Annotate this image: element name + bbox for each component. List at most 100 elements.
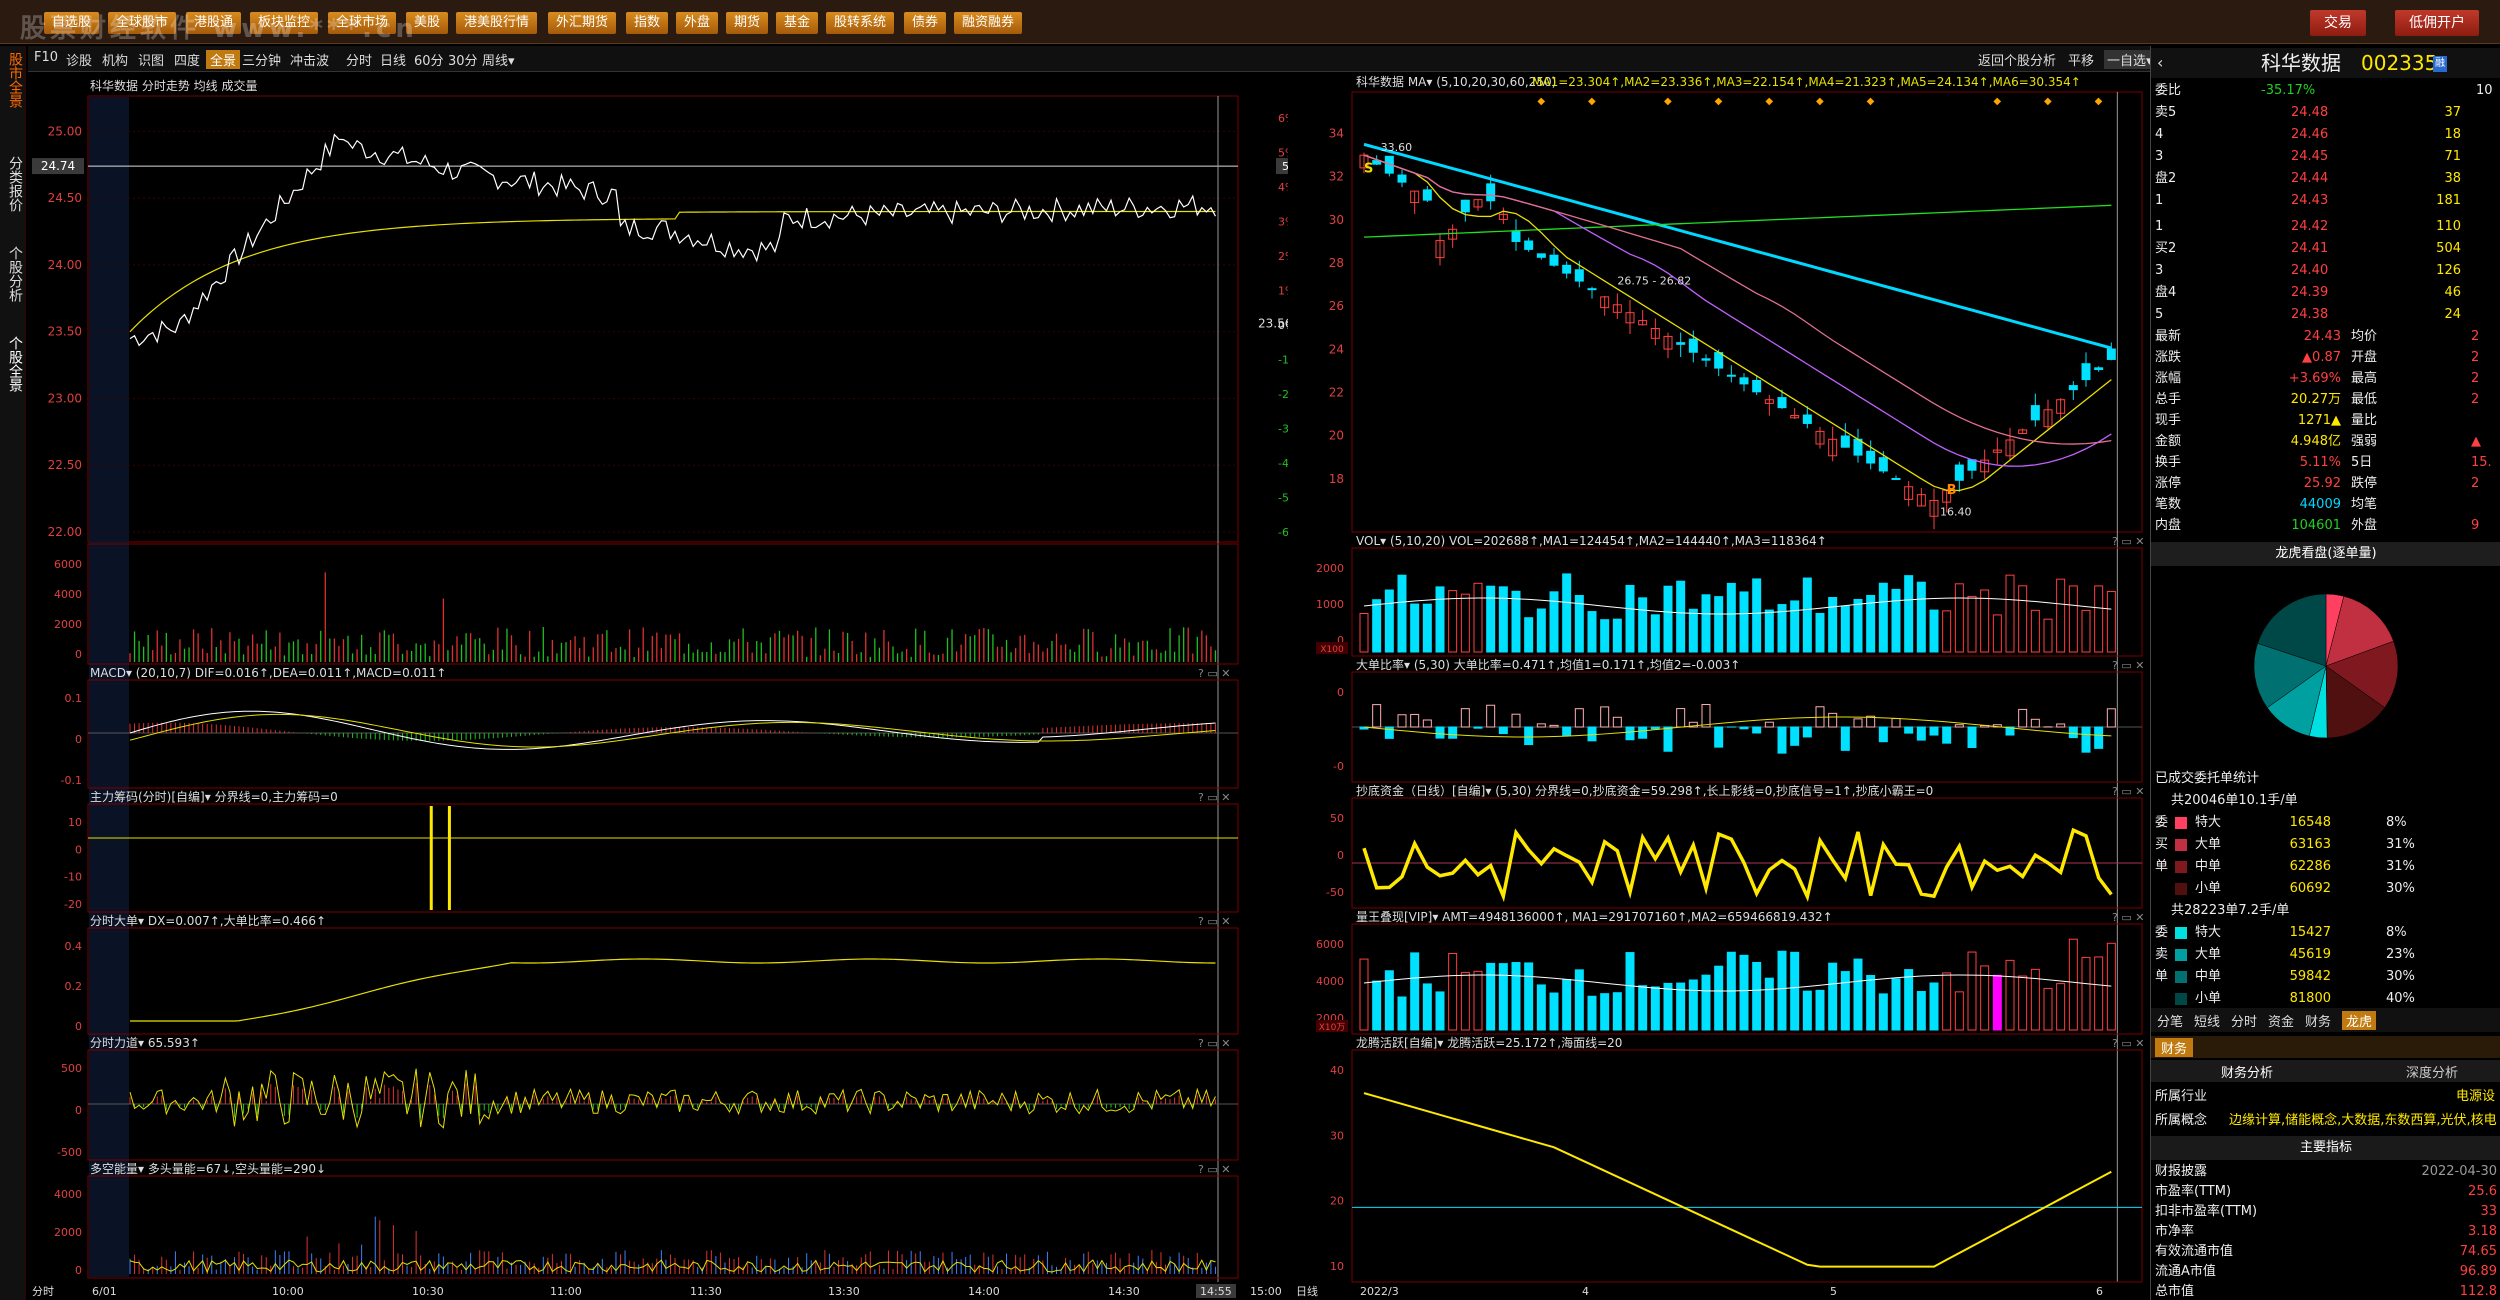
side-tab-1[interactable]: 短线 [2194,1011,2220,1030]
ask-row[interactable]: 1 24.43 181 [2151,190,2500,212]
mid-bar [2043,618,2053,653]
candle-body [1777,397,1787,409]
mid-bar [1853,598,1863,653]
back-chevron-icon[interactable]: ‹ [2157,52,2163,74]
cd-mid-window-icons[interactable]: ? ▭ ✕ [2112,785,2144,798]
toolbar-diagnose[interactable]: 诊股 [66,50,92,69]
mid-bar [1866,594,1876,653]
lt-mid-window-icons[interactable]: ? ▭ ✕ [2112,1037,2144,1050]
fin-row: 有效流通市值 74.65 [2155,1244,2497,1259]
candle-body [1524,240,1534,250]
ld-window-icons[interactable]: ? ▭ ✕ [1198,1037,1230,1050]
event-marker-icon[interactable]: ◆ [1715,96,1723,107]
order-stat-row: 小单 60692 30% [2151,878,2500,900]
bid-row[interactable]: 3 24.40 126 [2151,260,2500,282]
toolbar-pattern[interactable]: 识图 [138,50,164,69]
toolbar-60min[interactable]: 60分 [414,50,444,69]
ask-row[interactable]: 4 24.46 18 [2151,124,2500,146]
top-button-13[interactable]: 债券 [904,12,947,34]
toolbar-three-min[interactable]: 三分钟 [242,50,281,69]
trade-button[interactable]: 交易 [2310,10,2366,36]
toolbar-full-view[interactable]: 全景 [206,50,241,69]
zl-window-icons[interactable]: ? ▭ ✕ [1198,791,1230,804]
cd-mid-tick: 50 [1330,812,1344,825]
dd-mid-window-icons[interactable]: ? ▭ ✕ [2112,659,2144,672]
time-label: 6/01 [92,1285,117,1298]
event-marker-icon[interactable]: ◆ [1816,96,1824,107]
nav-tab-stock-analysis[interactable]: 个股分析 [3,246,23,302]
mid-bar [1562,573,1572,653]
mid-bar [1435,586,1445,653]
ask-row[interactable]: 盘2 24.44 38 [2151,168,2500,190]
top-button-8[interactable]: 指数 [626,12,669,34]
event-marker-icon[interactable]: ◆ [1537,96,1545,107]
bid-row[interactable]: 1 24.42 110 [2151,216,2500,238]
buy-signal-b: B [1947,483,1957,498]
watchlist-select[interactable]: 一自选▾ [2104,50,2156,69]
event-marker-icon[interactable]: ◆ [1867,96,1875,107]
lw-mid-window-icons[interactable]: ? ▭ ✕ [2112,911,2144,924]
toolbar-30min[interactable]: 30分 [448,50,478,69]
mid-bar [2005,574,2015,653]
event-marker-icon[interactable]: ◆ [1993,96,2001,107]
stat-row: 最新 24.43 均价 2 [2155,329,2480,344]
toolbar-four-degree[interactable]: 四度 [174,50,200,69]
candle-body [1574,269,1584,282]
side-tab-3[interactable]: 资金 [2268,1011,2294,1030]
mid-bar [1701,594,1711,653]
top-button-10[interactable]: 期货 [726,12,769,34]
event-marker-icon[interactable]: ◆ [1765,96,1773,107]
mid-bar [1929,609,1939,653]
fin-tab-deep[interactable]: 深度分析 [2406,1062,2458,1081]
top-button-9[interactable]: 外盘 [676,12,719,34]
nav-tab-category-quotes[interactable]: 分类报价 [3,156,23,212]
toolbar-intraday[interactable]: 分时 [346,50,372,69]
dd-window-icons[interactable]: ? ▭ ✕ [1198,915,1230,928]
mid-bar [1536,984,1546,1031]
toolbar-f10[interactable]: F10 [34,50,58,65]
side-tab-4[interactable]: 财务 [2305,1011,2331,1030]
bid-row[interactable]: 5 24.38 24 [2151,304,2500,326]
side-tab-2[interactable]: 分时 [2231,1011,2257,1030]
top-button-11[interactable]: 基金 [776,12,819,34]
event-marker-icon[interactable]: ◆ [2044,96,2052,107]
intraday-panels: 科华数据 分时走势 均线 成交量 25.00 24.50 24.00 23.50 23.0… [32,78,1288,1298]
toolbar-daily[interactable]: 日线 [380,50,406,69]
nav-tab-market-overview[interactable]: 股市全景 [3,52,23,108]
side-tab-5[interactable]: 龙虎 [2342,1011,2377,1030]
mid-bar [1536,608,1546,653]
dd-line [130,958,1216,1022]
bid-row[interactable]: 盘4 24.39 46 [2151,282,2500,304]
vol-mid-window-icons[interactable]: ? ▭ ✕ [2112,535,2144,548]
dk-window-icons[interactable]: ? ▭ ✕ [1198,1163,1230,1176]
toolbar-institution[interactable]: 机构 [102,50,128,69]
top-button-7[interactable]: 外汇期货 [548,12,617,34]
fin-tab-analysis[interactable]: 财务分析 [2221,1062,2273,1081]
side-tab-0[interactable]: 分笔 [2157,1011,2183,1030]
fin-row: 扣非市盈率(TTM) 33 [2155,1204,2497,1219]
event-marker-icon[interactable]: ◆ [1664,96,1672,107]
pct-tick: -2% [1278,388,1288,401]
zl-tick: 0 [75,843,82,856]
caiwu-tab[interactable]: 财务 [2155,1038,2194,1057]
macd-window-icons[interactable]: ? ▭ ✕ [1198,667,1230,680]
event-marker-icon[interactable]: ◆ [2095,96,2103,107]
toolbar-shock-wave[interactable]: 冲击波 [290,50,329,69]
mid-bar [2068,938,2078,1031]
dd-mid-bar [1422,719,1432,728]
bid-row[interactable]: 买2 24.41 504 [2151,238,2500,260]
candle-body [1752,379,1762,393]
top-button-12[interactable]: 股转系统 [826,12,895,34]
ask-row[interactable]: 卖5 24.48 37 [2151,102,2500,124]
back-to-stock-analysis[interactable]: 返回个股分析 [1978,50,2056,69]
price-tick: 22.00 [48,525,82,539]
pan-button[interactable]: 平移 [2068,50,2094,69]
toolbar-weekly[interactable]: 周线▾ [482,50,515,69]
top-button-14[interactable]: 融资融券 [954,12,1023,34]
ask-row[interactable]: 3 24.45 71 [2151,146,2500,168]
event-marker-icon[interactable]: ◆ [1588,96,1596,107]
top-button-6[interactable]: 港美股行情 [456,12,538,34]
current-pct-label: 5.0% [1282,160,1288,173]
nav-tab-stock-overview[interactable]: 个股全景 [3,336,23,392]
open-account-button[interactable]: 低佣开户 [2395,10,2479,36]
